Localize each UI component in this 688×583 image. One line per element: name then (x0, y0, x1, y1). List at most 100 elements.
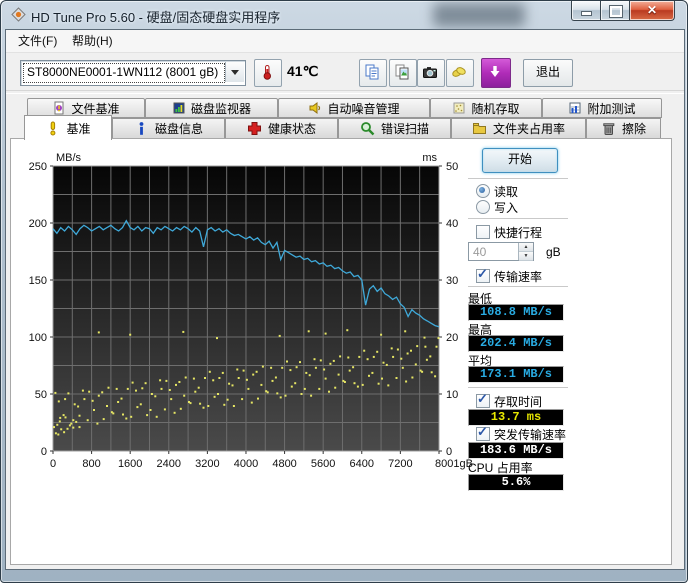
svg-text:10: 10 (446, 389, 458, 401)
svg-text:30: 30 (446, 275, 458, 287)
donate-button[interactable] (446, 59, 474, 87)
read-radio[interactable] (476, 184, 490, 198)
divider (468, 178, 568, 182)
svg-text:4800: 4800 (272, 458, 296, 470)
svg-text:50: 50 (446, 161, 458, 173)
menu-file[interactable]: 文件(F) (10, 30, 65, 52)
tab-aam[interactable]: 自动噪音管理 (278, 98, 430, 118)
client-area: 文件(F) 帮助(H) ST8000NE0001-1WN112 (8001 gB… (5, 29, 685, 570)
svg-text:100: 100 (29, 332, 47, 344)
combo-dropdown-button[interactable] (225, 62, 244, 82)
copy-text-button[interactable] (359, 59, 387, 87)
glass-tint (433, 3, 525, 27)
tab-extra-tests[interactable]: 附加测试 (542, 98, 662, 118)
start-button[interactable]: 开始 (482, 148, 558, 173)
capacity-spinner[interactable]: 40 ▲ ▼ (468, 242, 534, 261)
check-icon: ✓ (477, 266, 488, 281)
minimize-button[interactable] (571, 1, 602, 21)
check-icon: ✓ (477, 424, 488, 439)
tab-random-access[interactable]: 随机存取 (430, 98, 542, 118)
tab-folder-usage[interactable]: 文件夹占用率 (451, 118, 586, 139)
tab-error-scan[interactable]: 错误扫描 (338, 118, 451, 139)
check-icon: ✓ (477, 391, 488, 406)
tab-disk-info[interactable]: 磁盘信息 (112, 118, 225, 139)
error-scan-magnifier-icon (361, 122, 375, 136)
svg-text:1600: 1600 (118, 458, 142, 470)
download-arrow-icon (490, 66, 500, 77)
maximize-button[interactable] (600, 1, 631, 21)
temperature-button[interactable] (254, 59, 282, 87)
chevron-down-icon (231, 70, 239, 75)
tab-erase[interactable]: 擦除 (586, 118, 661, 139)
close-button[interactable]: ✕ (629, 1, 675, 21)
aam-speaker-icon (309, 102, 321, 114)
tab-label: 健康状态 (267, 122, 316, 136)
drive-select[interactable]: ST8000NE0001-1WN112 (8001 gB) (20, 60, 246, 86)
write-radio[interactable] (476, 200, 490, 214)
divider (468, 218, 568, 222)
title-bar[interactable]: HD Tune Pro 5.60 - 硬盘/固态硬盘实用程序 ✕ (1, 1, 687, 29)
short-stroke-checkbox[interactable] (476, 225, 490, 239)
tab-label: 磁盘信息 (154, 122, 203, 136)
close-icon: ✕ (646, 3, 658, 17)
tab-label: 文件夹占用率 (492, 122, 565, 136)
spin-down-icon[interactable]: ▼ (519, 252, 533, 261)
capacity-unit: gB (546, 245, 561, 259)
spinner-buttons[interactable]: ▲ ▼ (518, 243, 533, 261)
avg-value-display: 173.1 MB/s (468, 366, 564, 383)
extra-tests-icon (569, 102, 581, 114)
svg-text:40: 40 (446, 218, 458, 230)
menu-bar: 文件(F) 帮助(H) (6, 30, 684, 53)
tab-label: 错误扫描 (380, 122, 429, 136)
tab-label: 文件基准 (71, 101, 120, 116)
toolbar-separator (6, 90, 684, 94)
donate-hands-icon (452, 67, 466, 77)
svg-text:6400: 6400 (350, 458, 374, 470)
access-time-label: 存取时间 (494, 395, 543, 409)
tab-disk-monitor[interactable]: 磁盘监视器 (145, 98, 278, 118)
max-value-display: 202.4 MB/s (468, 335, 564, 352)
tab-health[interactable]: 健康状态 (225, 118, 338, 139)
minimize-icon (581, 11, 592, 16)
access-time-checkbox[interactable]: ✓ (476, 391, 490, 408)
write-label: 写入 (494, 201, 519, 215)
svg-text:0: 0 (50, 458, 56, 470)
menu-help[interactable]: 帮助(H) (64, 30, 121, 52)
transfer-rate-checkbox[interactable]: ✓ (476, 266, 490, 283)
temperature-value: 41℃ (287, 63, 319, 79)
tab-label: 随机存取 (471, 101, 520, 116)
app-window: HD Tune Pro 5.60 - 硬盘/固态硬盘实用程序 ✕ 文件(F) 帮… (0, 0, 688, 583)
download-button[interactable] (481, 58, 511, 88)
health-cross-icon (247, 122, 261, 135)
screenshot-button[interactable] (417, 59, 445, 87)
svg-text:5600: 5600 (311, 458, 335, 470)
radio-dot (479, 203, 485, 209)
svg-text:MB/s: MB/s (56, 152, 82, 164)
random-access-icon (453, 102, 465, 114)
burst-rate-checkbox[interactable]: ✓ (476, 424, 490, 441)
min-value-display: 108.8 MB/s (468, 304, 564, 321)
file-benchmark-icon (54, 101, 64, 115)
benchmark-icon (50, 121, 56, 135)
svg-text:2400: 2400 (157, 458, 181, 470)
capacity-value: 40 (473, 245, 487, 259)
svg-text:7200: 7200 (388, 458, 412, 470)
svg-text:0: 0 (446, 446, 452, 458)
radio-dot (479, 187, 485, 193)
cpu-usage-display: 5.6% (468, 474, 564, 491)
erase-trash-icon (603, 123, 615, 135)
thermometer-icon (263, 65, 272, 80)
tab-benchmark[interactable]: 基准 (24, 115, 112, 140)
svg-text:3200: 3200 (195, 458, 219, 470)
disk-monitor-icon (173, 102, 185, 114)
svg-text:250: 250 (29, 161, 47, 173)
svg-text:50: 50 (35, 389, 47, 401)
spin-up-icon[interactable]: ▲ (519, 243, 533, 252)
copy-text-icon (365, 64, 379, 80)
svg-text:20: 20 (446, 332, 458, 344)
svg-text:800: 800 (82, 458, 100, 470)
exit-button[interactable]: 退出 (523, 59, 573, 87)
tab-label: 自动噪音管理 (327, 101, 400, 116)
tab-label: 磁盘监视器 (190, 101, 251, 116)
copy-image-button[interactable] (389, 59, 417, 87)
